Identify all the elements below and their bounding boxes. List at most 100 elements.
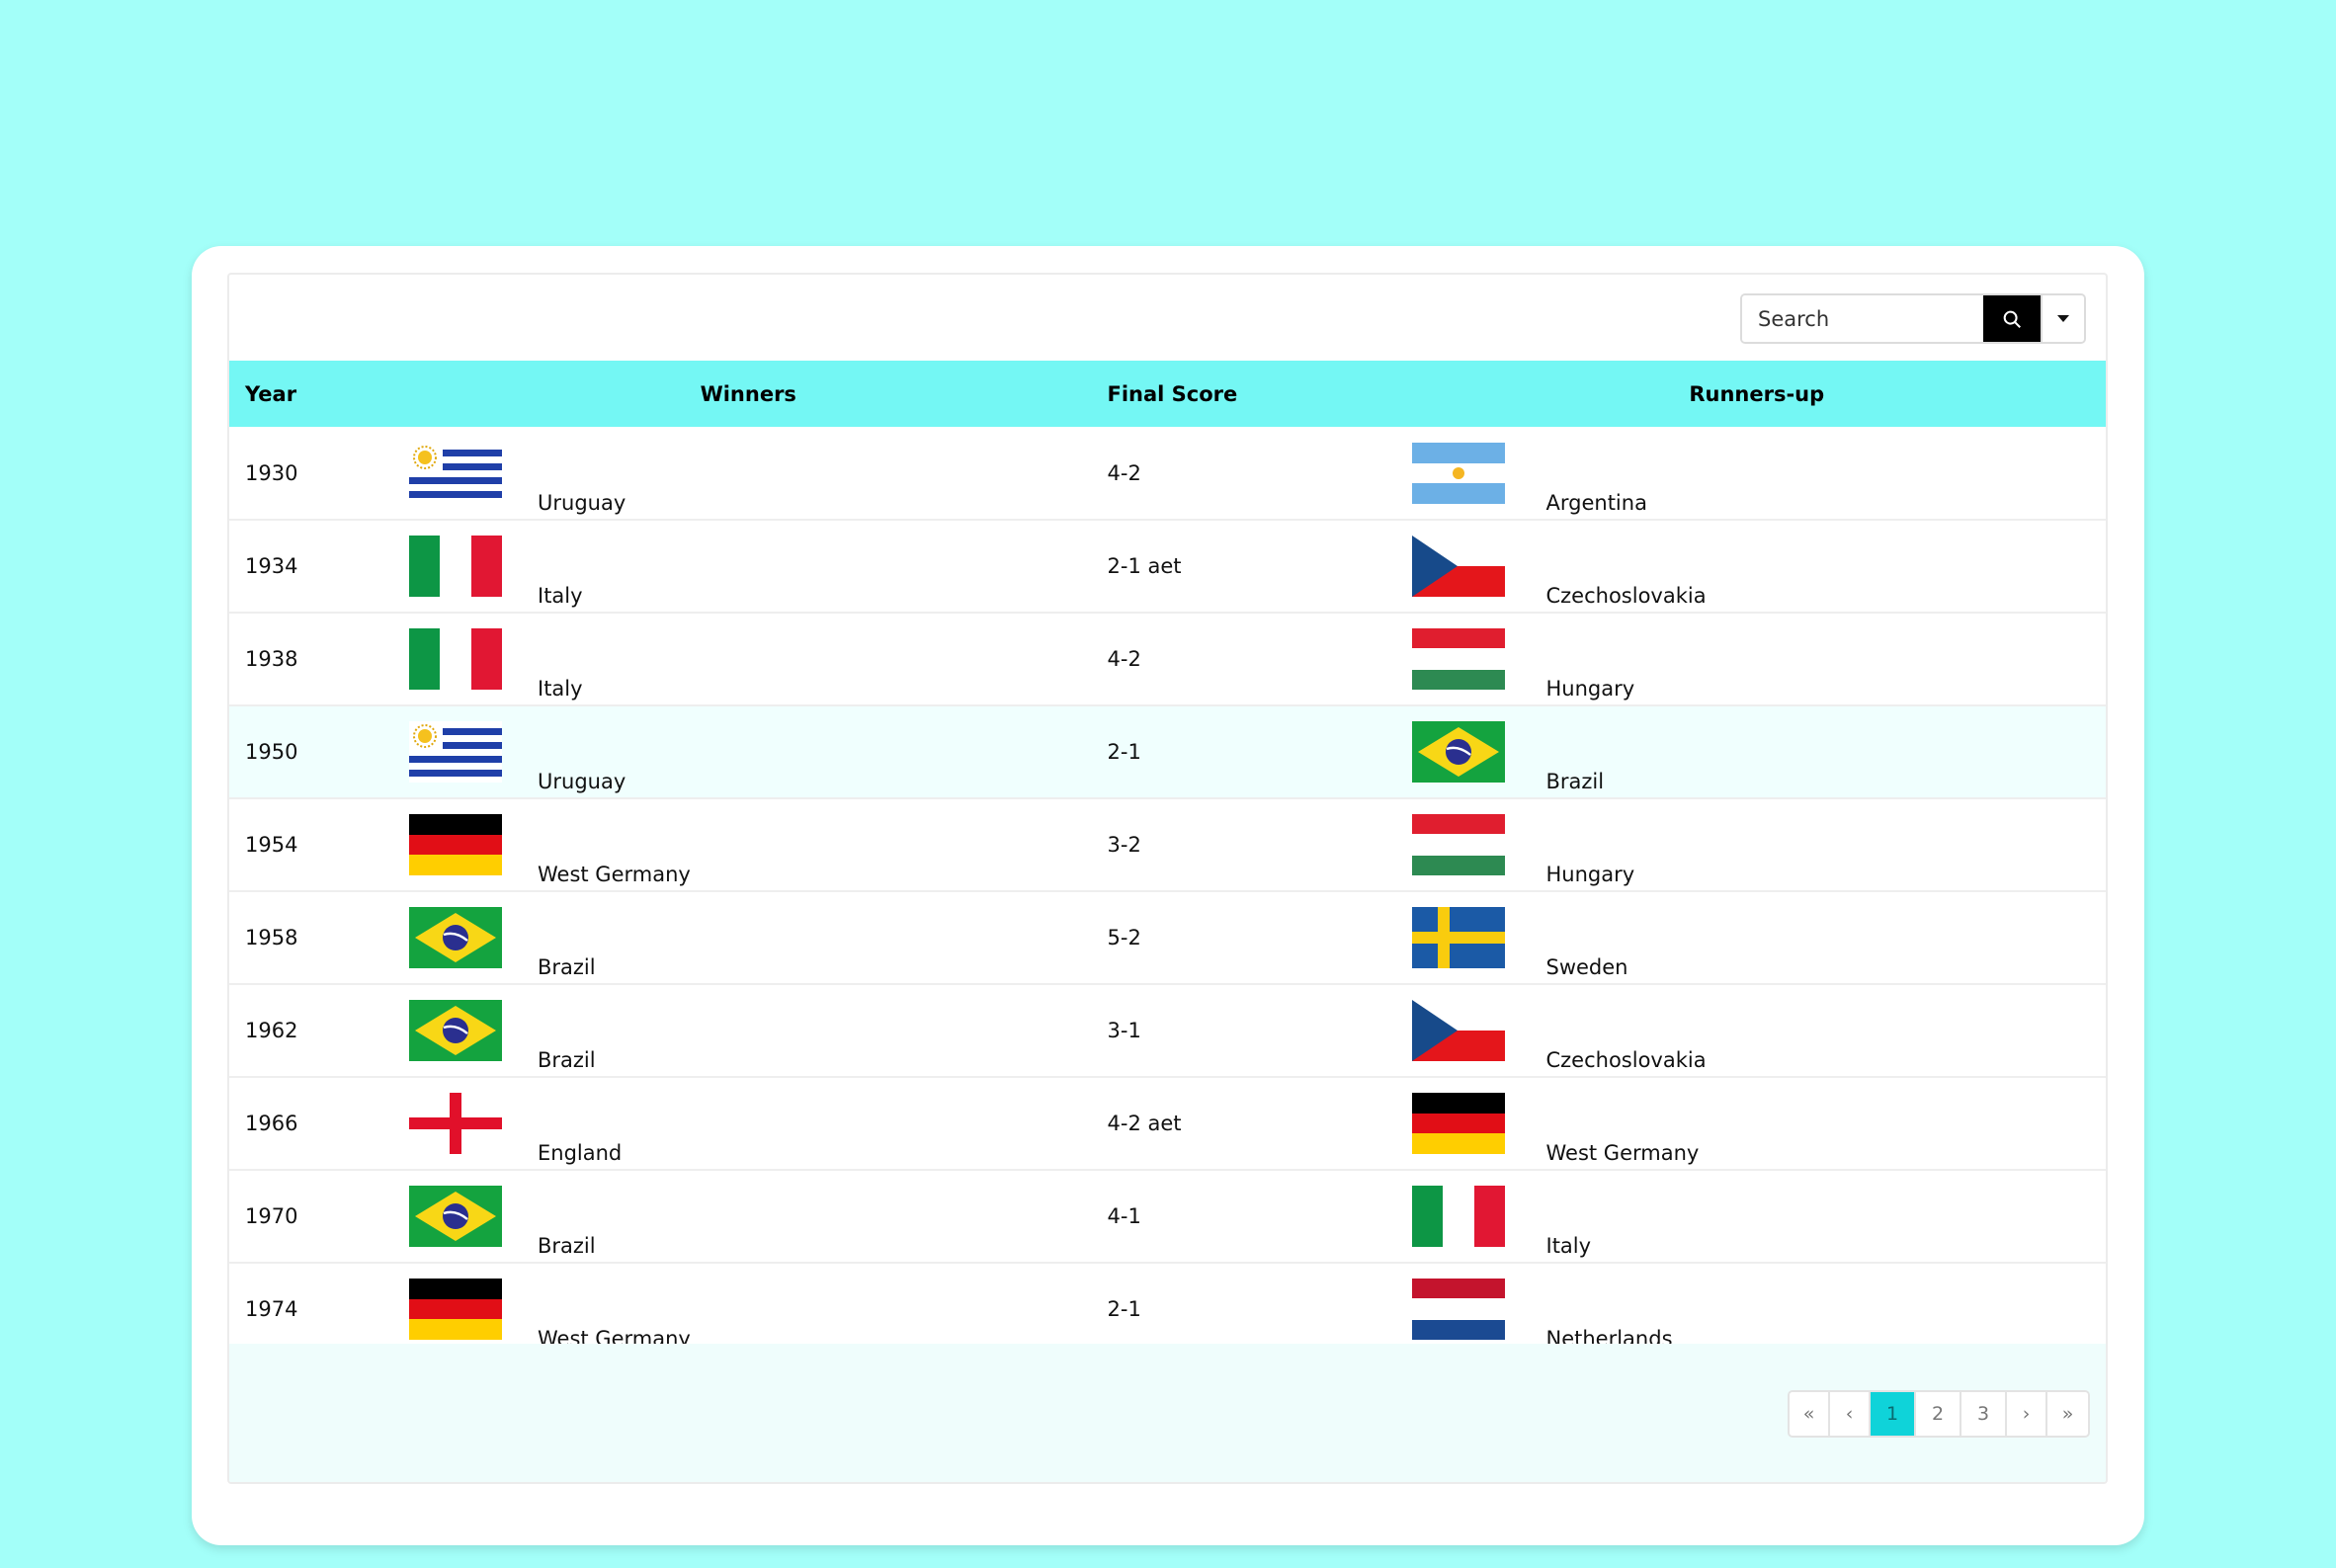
page-button-2[interactable]: 2 — [1916, 1392, 1961, 1436]
runner-up-name: Argentina — [1545, 490, 1647, 515]
brazil-flag-icon — [409, 907, 502, 968]
runner-up-name: Czechoslovakia — [1545, 1048, 1707, 1072]
runner-up-cell: Hungary — [1407, 613, 2106, 706]
search-input[interactable] — [1742, 295, 1983, 342]
czechoslovakia-flag-icon — [1411, 536, 1505, 597]
runner-up-cell: Czechoslovakia — [1407, 984, 2106, 1078]
year-cell: 1934 — [229, 520, 399, 614]
germany-flag-icon — [409, 1279, 502, 1340]
brazil-flag-icon — [1411, 721, 1505, 783]
runner-up-cell: Netherlands — [1407, 1263, 2106, 1357]
winner-cell: Italy — [399, 613, 1098, 706]
score-cell: 2-1 — [1097, 1263, 1408, 1357]
table-row[interactable]: 1970 Brazil 4-1 Italy — [229, 1170, 2106, 1264]
table-footer: « ‹ 1 2 3 › » — [229, 1344, 2106, 1482]
table-row[interactable]: 1930 Uruguay 4-2 Argentina — [229, 427, 2106, 521]
score-cell: 3-1 — [1097, 984, 1408, 1078]
search-button[interactable] — [1983, 295, 2041, 342]
uruguay-flag-icon — [409, 721, 502, 783]
czechoslovakia-flag-icon — [1411, 1000, 1505, 1061]
winner-name: Brazil — [538, 1048, 596, 1072]
runner-up-cell: Italy — [1407, 1170, 2106, 1264]
runner-up-cell: Hungary — [1407, 798, 2106, 892]
italy-flag-icon — [409, 628, 502, 690]
header-runners-up[interactable]: Runners-up — [1408, 361, 2107, 427]
runner-up-name: Italy — [1545, 1234, 1592, 1258]
runner-up-name: Hungary — [1545, 677, 1635, 701]
page-button-3[interactable]: 3 — [1961, 1392, 2007, 1436]
last-page-button[interactable]: » — [2047, 1392, 2088, 1436]
next-page-button[interactable]: › — [2007, 1392, 2047, 1436]
netherlands-flag-icon — [1411, 1279, 1505, 1340]
score-cell: 5-2 — [1097, 891, 1408, 985]
winner-cell: England — [399, 1077, 1098, 1171]
winner-cell: Uruguay — [399, 705, 1098, 799]
score-cell: 4-1 — [1097, 1170, 1408, 1264]
score-cell: 4-2 — [1097, 427, 1408, 521]
table-row[interactable]: 1962 Brazil 3-1 Czechoslovakia — [229, 984, 2106, 1078]
year-cell: 1958 — [229, 891, 399, 985]
runner-up-name: Czechoslovakia — [1545, 584, 1707, 608]
year-cell: 1962 — [229, 984, 399, 1078]
prev-page-button[interactable]: ‹ — [1830, 1392, 1871, 1436]
runner-up-cell: Sweden — [1407, 891, 2106, 985]
score-cell: 4-2 aet — [1097, 1077, 1408, 1171]
sweden-flag-icon — [1411, 907, 1505, 968]
toolbar — [229, 275, 2106, 361]
winner-cell: Italy — [399, 520, 1098, 614]
hungary-flag-icon — [1411, 628, 1505, 690]
page-button-1[interactable]: 1 — [1871, 1392, 1916, 1436]
winner-name: Italy — [538, 584, 583, 608]
brazil-flag-icon — [409, 1000, 502, 1061]
germany-flag-icon — [1411, 1093, 1505, 1154]
year-cell: 1930 — [229, 427, 399, 521]
table-row[interactable]: 1966 England 4-2 aet West Germany — [229, 1077, 2106, 1171]
runner-up-name: West Germany — [1545, 1141, 1700, 1165]
runner-up-cell: West Germany — [1407, 1077, 2106, 1171]
winner-name: Italy — [538, 677, 583, 701]
argentina-flag-icon — [1411, 442, 1505, 504]
score-cell: 2-1 aet — [1097, 520, 1408, 614]
winner-cell: Brazil — [399, 984, 1098, 1078]
table-row[interactable]: 1934 Italy 2-1 aet Czechoslovakia — [229, 520, 2106, 614]
runner-up-name: Hungary — [1545, 863, 1635, 886]
score-cell: 2-1 — [1097, 705, 1408, 799]
table-row[interactable]: 1950 Uruguay 2-1 Brazil — [229, 705, 2106, 799]
winner-name: Uruguay — [538, 490, 626, 515]
winner-name: West Germany — [538, 863, 691, 886]
winner-name: Brazil — [538, 1234, 596, 1258]
header-winners[interactable]: Winners — [399, 361, 1098, 427]
caret-down-icon — [2057, 315, 2069, 322]
winner-name: England — [538, 1141, 623, 1165]
table-panel: Year Winners Final Score Runners-up 1930… — [227, 273, 2108, 1484]
winner-name: Uruguay — [538, 770, 626, 793]
pagination: « ‹ 1 2 3 › » — [1788, 1390, 2090, 1438]
uruguay-flag-icon — [409, 442, 502, 504]
year-cell: 1970 — [229, 1170, 399, 1264]
italy-flag-icon — [1411, 1186, 1505, 1247]
table-row[interactable]: 1974 West Germany 2-1 Netherlands — [229, 1263, 2106, 1357]
search-options-dropdown[interactable] — [2041, 295, 2084, 342]
search-group — [1740, 293, 2086, 344]
winner-cell: Brazil — [399, 891, 1098, 985]
world-cup-table: Year Winners Final Score Runners-up 1930… — [229, 361, 2106, 1357]
year-cell: 1950 — [229, 705, 399, 799]
winner-cell: West Germany — [399, 798, 1098, 892]
hungary-flag-icon — [1411, 814, 1505, 875]
header-final-score[interactable]: Final Score — [1098, 361, 1408, 427]
germany-flag-icon — [409, 814, 502, 875]
year-cell: 1966 — [229, 1077, 399, 1171]
table-row[interactable]: 1938 Italy 4-2 Hungary — [229, 613, 2106, 706]
score-cell: 3-2 — [1097, 798, 1408, 892]
runner-up-cell: Czechoslovakia — [1407, 520, 2106, 614]
header-year[interactable]: Year — [229, 361, 399, 427]
table-row[interactable]: 1958 Brazil 5-2 Sweden — [229, 891, 2106, 985]
winner-cell: West Germany — [399, 1263, 1098, 1357]
winner-cell: Brazil — [399, 1170, 1098, 1264]
england-flag-icon — [409, 1093, 502, 1154]
score-cell: 4-2 — [1097, 613, 1408, 706]
first-page-button[interactable]: « — [1790, 1392, 1830, 1436]
italy-flag-icon — [409, 536, 502, 597]
table-row[interactable]: 1954 West Germany 3-2 Hungary — [229, 798, 2106, 892]
runner-up-cell: Argentina — [1407, 427, 2106, 521]
